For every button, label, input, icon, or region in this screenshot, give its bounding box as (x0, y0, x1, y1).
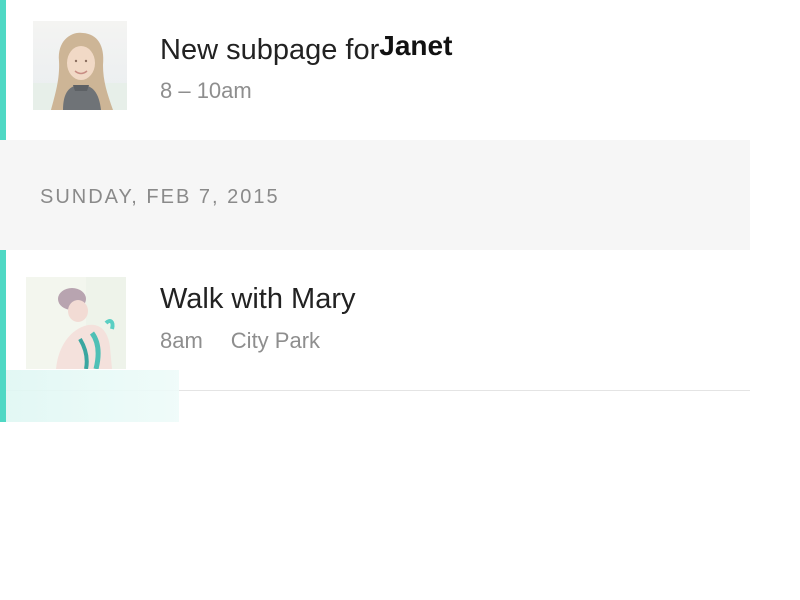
event-row-janet[interactable]: New subpage forJanet 8 – 10am (0, 0, 750, 140)
event-location: City Park (230, 328, 321, 353)
woman-smiling-avatar-icon (33, 21, 127, 110)
event-meta: 8am City Park (160, 328, 320, 354)
day-header: SUNDAY, FEB 7, 2015 (0, 140, 750, 250)
event-attendee-name: Janet (379, 30, 453, 61)
drag-ghost-overlay[interactable] (6, 370, 179, 422)
event-time: 8 – 10am (160, 78, 252, 103)
event-title: Walk with Mary (160, 283, 356, 315)
event-time: 8am (160, 328, 203, 353)
avatar (33, 21, 127, 110)
woman-stretching-avatar-icon (26, 277, 126, 369)
day-header-label: SUNDAY, FEB 7, 2015 (40, 186, 280, 208)
event-title-text: New subpage for (160, 34, 380, 66)
event-title: New subpage forJanet (160, 30, 452, 67)
event-list: New subpage forJanet 8 – 10am SUNDAY, FE… (0, 0, 800, 600)
event-accent-bar (0, 0, 6, 140)
event-meta: 8 – 10am (160, 78, 252, 104)
avatar (26, 277, 126, 369)
